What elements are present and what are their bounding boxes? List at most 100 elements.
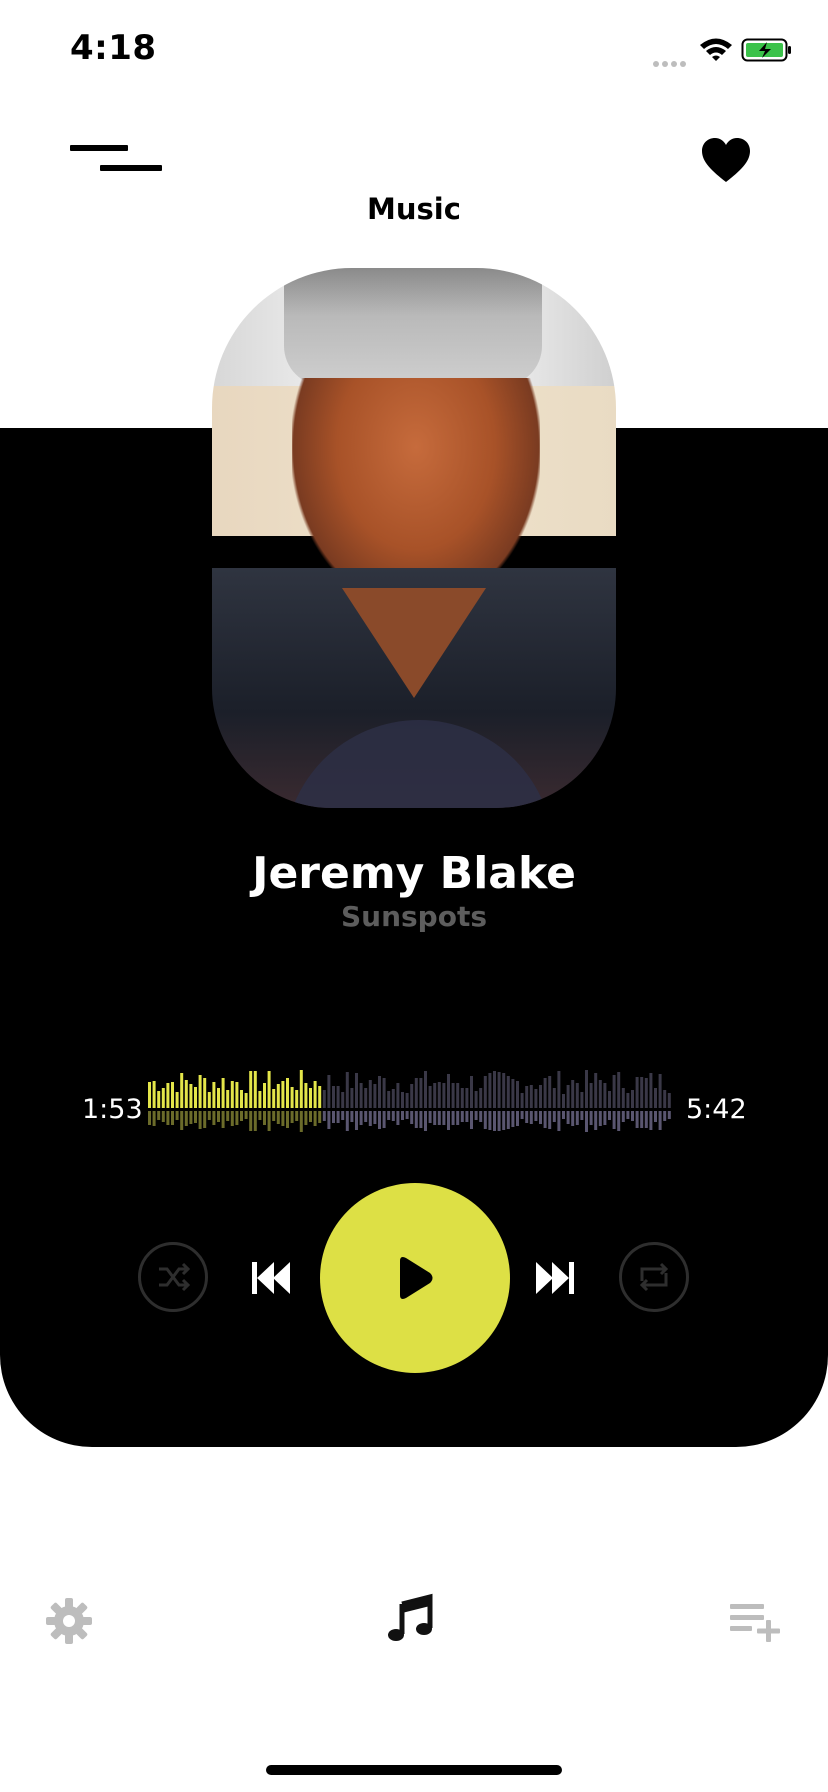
waveform-bar — [603, 1083, 607, 1108]
elapsed-time: 1:53 — [82, 1094, 143, 1125]
waveform-bar — [594, 1073, 598, 1108]
waveform-bar-reflection — [267, 1111, 271, 1131]
waveform-bar — [368, 1080, 372, 1108]
waveform-bar — [414, 1078, 418, 1108]
waveform-bar-reflection — [410, 1111, 414, 1124]
cellular-signal-icon — [653, 52, 689, 71]
waveform-bar-reflection — [373, 1111, 377, 1124]
waveform-bar — [534, 1089, 538, 1108]
waveform-bar-reflection — [424, 1111, 427, 1131]
waveform-bar-reflection — [447, 1111, 450, 1130]
waveform-bar — [253, 1071, 257, 1108]
waveform-bar — [663, 1090, 667, 1108]
waveform-bar — [194, 1087, 197, 1108]
waveform-bar — [212, 1082, 216, 1108]
waveform-bar-reflection — [198, 1111, 202, 1129]
waveform-bar — [437, 1082, 441, 1108]
waveform-bar-reflection — [253, 1111, 257, 1131]
waveform-bar — [617, 1072, 621, 1108]
waveform-bar-reflection — [396, 1111, 400, 1125]
skip-forward-icon[interactable] — [534, 1258, 576, 1298]
waveform-bar — [396, 1083, 400, 1108]
home-indicator — [266, 1765, 562, 1775]
waveform-bar-reflection — [189, 1111, 193, 1124]
waveform-bar-reflection — [405, 1111, 409, 1119]
waveform-bar-reflection — [217, 1111, 220, 1122]
waveform-bar-reflection — [391, 1111, 395, 1121]
heart-icon[interactable] — [700, 136, 752, 184]
waveform-bar — [267, 1071, 271, 1108]
waveform-bar-reflection — [470, 1111, 473, 1129]
waveform-bar-reflection — [529, 1111, 533, 1124]
waveform-bar-reflection — [401, 1111, 404, 1120]
waveform-bar-reflection — [345, 1111, 349, 1131]
waveform-bar — [635, 1077, 639, 1108]
waveform-bar-reflection — [299, 1111, 303, 1132]
waveform-bar-reflection — [235, 1111, 239, 1125]
waveform-bar-reflection — [437, 1111, 441, 1125]
waveform-bar — [470, 1076, 473, 1108]
waveform-bar — [166, 1083, 170, 1108]
skip-back-icon[interactable] — [250, 1258, 292, 1298]
repeat-icon — [639, 1262, 669, 1292]
waveform-bar — [189, 1084, 193, 1108]
waveform-bar-reflection — [263, 1111, 266, 1125]
menu-icon[interactable] — [70, 140, 162, 176]
music-note-icon[interactable] — [386, 1592, 436, 1644]
waveform-bar-reflection — [382, 1111, 386, 1128]
waveform-bar — [355, 1073, 358, 1108]
waveform-bar — [511, 1079, 515, 1108]
waveform-bar-reflection — [552, 1111, 556, 1122]
waveform-bar-reflection — [474, 1111, 478, 1120]
waveform-bar-reflection — [460, 1111, 464, 1122]
play-button[interactable] — [320, 1183, 510, 1373]
waveform-bar — [249, 1071, 253, 1108]
waveform-bar-reflection — [359, 1111, 363, 1125]
waveform-bar-reflection — [290, 1111, 294, 1123]
waveform-bar-reflection — [649, 1111, 653, 1130]
waveform-bar-reflection — [414, 1111, 418, 1128]
waveform-bar-reflection — [171, 1111, 174, 1125]
waveform-bar — [566, 1085, 570, 1108]
waveform-bar — [580, 1092, 584, 1108]
artist-name: Jeremy Blake — [252, 848, 576, 899]
waveform-bar-reflection — [603, 1111, 607, 1125]
waveform-bar — [350, 1088, 354, 1108]
status-time: 4:18 — [70, 28, 157, 68]
waveform-bar — [506, 1076, 510, 1108]
waveform-bar — [180, 1073, 184, 1108]
waveform-bar — [608, 1091, 611, 1108]
repeat-button[interactable] — [619, 1242, 689, 1312]
waveform-bar-reflection — [658, 1111, 662, 1130]
waveform-bar-reflection — [212, 1111, 216, 1125]
waveform-bar — [433, 1083, 437, 1108]
waveform-bar-reflection — [180, 1111, 184, 1130]
total-time: 5:42 — [686, 1094, 747, 1125]
album-artwork — [212, 268, 616, 808]
waveform-scrubber[interactable] — [148, 1070, 674, 1136]
waveform-bar — [598, 1080, 602, 1108]
waveform-bar-reflection — [497, 1111, 501, 1131]
waveform-bar — [290, 1087, 294, 1108]
playlist-add-icon[interactable] — [728, 1600, 784, 1644]
waveform-bar — [148, 1082, 151, 1108]
waveform-bar — [198, 1075, 202, 1108]
shuffle-button[interactable] — [138, 1242, 208, 1312]
waveform-bar-reflection — [281, 1111, 285, 1126]
waveform-bar-reflection — [240, 1111, 243, 1121]
waveform-bar-reflection — [327, 1111, 331, 1129]
gear-icon[interactable] — [44, 1596, 94, 1646]
waveform-bar — [221, 1078, 225, 1108]
waveform-bar-reflection — [534, 1111, 538, 1121]
waveform-bar — [387, 1091, 391, 1108]
waveform-bar — [571, 1080, 575, 1108]
waveform-bar — [497, 1072, 501, 1108]
waveform-bar — [378, 1076, 381, 1108]
page-title: Music — [367, 192, 461, 226]
waveform-bar — [451, 1083, 455, 1108]
waveform-bar — [525, 1086, 529, 1108]
waveform-bar-reflection — [525, 1111, 529, 1123]
waveform-bar — [442, 1083, 446, 1108]
waveform-bar — [493, 1071, 496, 1108]
shuffle-icon — [159, 1262, 191, 1292]
